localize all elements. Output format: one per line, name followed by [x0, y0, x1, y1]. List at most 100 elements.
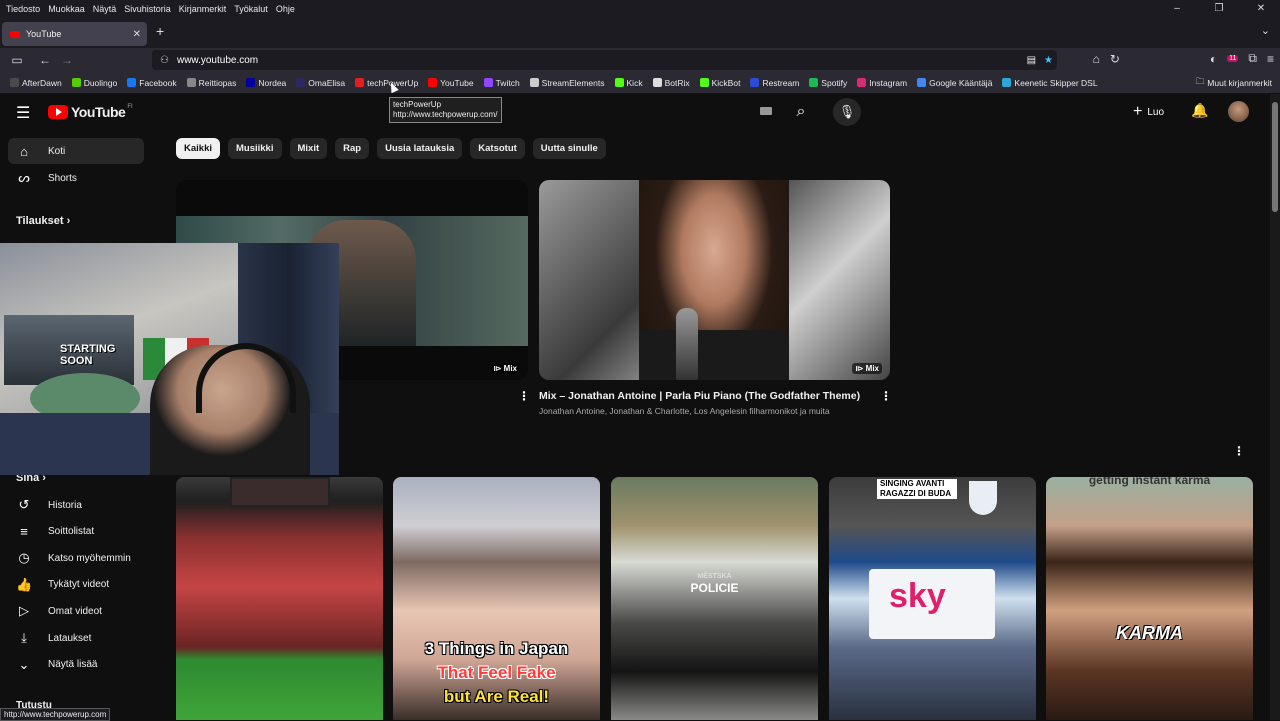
sidebar-item-home[interactable]: ⌂ Koti — [8, 138, 144, 164]
sidebar-item-liked[interactable]: 👍 Tykätyt videot — [8, 572, 144, 598]
logo-text: YouTube — [71, 104, 126, 120]
navigation-toolbar: ▭ ← → ⚇ www.youtube.com ▤ ★ ⌂ ↻ ◐ 11 ⧉ ≡ — [0, 48, 1280, 72]
short-4[interactable]: SINGING AVANTI RAGAZZI DI BUDA sky — [829, 477, 1036, 720]
menu-view[interactable]: Näytä — [93, 4, 117, 14]
bookmark-star-icon[interactable]: ★ — [1044, 55, 1053, 66]
menu-file[interactable]: Tiedosto — [6, 4, 40, 14]
more-actions-icon[interactable]: ⋮ — [880, 389, 892, 403]
menu-tools[interactable]: Työkalut — [234, 4, 268, 14]
close-window-icon[interactable]: ✕ — [1244, 0, 1278, 18]
sidebar-item-shorts[interactable]: ᔕ Shorts — [8, 165, 144, 191]
more-actions-icon[interactable]: ⋮ — [518, 389, 530, 403]
extension-badge[interactable]: 11 — [1227, 55, 1239, 62]
sidebar-item-downloads[interactable]: ⤓ Lataukset — [8, 625, 144, 651]
new-tab-icon[interactable]: + — [156, 23, 164, 39]
youtube-logo[interactable]: YouTube FI — [48, 104, 133, 120]
reload-icon[interactable]: ↻ — [1110, 52, 1120, 66]
short-5[interactable]: getting instant karma KARMA — [1046, 477, 1253, 720]
sky-logo-text: sky — [889, 577, 946, 615]
other-bookmarks[interactable]: 🗀 Muut kirjanmerkit — [1196, 76, 1272, 90]
page-scrollbar[interactable] — [1270, 94, 1280, 720]
avatar[interactable] — [1228, 101, 1249, 122]
restore-icon[interactable]: ❐ — [1202, 0, 1236, 18]
bookmark-item[interactable]: Spotify — [809, 78, 847, 88]
short-caption-line: but Are Real! — [443, 687, 550, 706]
bookmark-item[interactable]: techPowerUp — [355, 78, 418, 88]
menu-bookmarks[interactable]: Kirjanmerkit — [179, 4, 227, 14]
bookmark-item[interactable]: Keenetic Skipper DSL — [1002, 78, 1098, 88]
extension-icon[interactable]: ◐ — [1210, 52, 1217, 66]
chip-1[interactable]: Musiikki — [228, 138, 282, 159]
tab-youtube[interactable]: YouTube ✕ — [2, 22, 147, 46]
bookmark-item[interactable]: Facebook — [127, 78, 177, 88]
sidebar-item-your-videos[interactable]: ▷ Omat videot — [8, 598, 144, 624]
url-text[interactable]: www.youtube.com — [177, 55, 258, 66]
bookmark-item[interactable]: Google Kääntäjä — [917, 78, 992, 88]
subscriptions-heading[interactable]: Tilaukset › — [16, 215, 70, 227]
chip-2[interactable]: Mixit — [289, 138, 328, 159]
short-2[interactable]: 3 Things in Japan That Feel Fake but Are… — [393, 477, 600, 720]
bookmark-item[interactable]: OmaElisa — [296, 78, 345, 88]
voice-search-icon[interactable]: 🎙 — [833, 98, 861, 126]
chip-6[interactable]: Uutta sinulle — [532, 138, 606, 159]
menu-edit[interactable]: Muokkaa — [48, 4, 85, 14]
list-tabs-icon[interactable]: ⌄ — [1261, 24, 1270, 37]
notifications-bell-icon[interactable]: 🔔 — [1191, 102, 1208, 119]
mix-badge: ⧐ Mix — [852, 363, 882, 374]
bookmark-item[interactable]: Duolingo — [71, 78, 117, 88]
sidebar-item-label: Koti — [48, 145, 66, 157]
forward-icon[interactable]: → — [56, 53, 78, 67]
bookmark-item[interactable]: Twitch — [483, 78, 520, 88]
address-bar[interactable]: ⚇ www.youtube.com ▤ ★ — [152, 50, 1057, 70]
site-info-icon[interactable]: ⚇ — [160, 55, 169, 66]
bookmark-item[interactable]: Instagram — [857, 78, 907, 88]
close-tab-icon[interactable]: ✕ — [133, 29, 141, 40]
playlists-icon: ≡ — [20, 524, 28, 540]
menu-history[interactable]: Sivuhistoria — [124, 4, 171, 14]
sidebar-item-watch-later[interactable]: ◷ Katso myöhemmin — [8, 545, 144, 571]
sidebar-item-playlists[interactable]: ≡ Soittolistat — [8, 519, 144, 545]
tab-title: YouTube — [26, 29, 62, 39]
short-1[interactable] — [176, 477, 383, 720]
search-icon[interactable]: ⌕ — [786, 97, 816, 127]
bookmark-item[interactable]: KickBot — [699, 77, 741, 88]
sidebar-item-label: Näytä lisää — [48, 659, 98, 671]
chip-3[interactable]: Rap — [335, 138, 370, 159]
keyboard-icon[interactable] — [760, 107, 772, 115]
sidebar-item-chevron-down[interactable]: ⌄ Näytä lisää — [8, 652, 144, 678]
menu-help[interactable]: Ohje — [276, 4, 295, 14]
short-3[interactable]: MĚSTSKÁ POLICIE — [611, 477, 818, 720]
bookmark-label: KickBot — [711, 77, 741, 88]
shorts-more-icon[interactable]: ⋮ — [1233, 444, 1245, 458]
bookmark-item[interactable]: YouTube — [428, 78, 474, 88]
bookmark-item[interactable]: BotRix — [652, 78, 690, 88]
create-button[interactable]: + Luo — [1133, 103, 1164, 121]
bookmark-item[interactable]: Nordea — [246, 78, 286, 88]
video-title[interactable]: Mix – Jonathan Antoine | Parla Piu Piano… — [539, 390, 860, 402]
chip-4[interactable]: Uusia latauksia — [377, 138, 463, 159]
scrollbar-thumb[interactable] — [1272, 102, 1278, 212]
minimize-icon[interactable]: – — [1160, 0, 1194, 18]
bookmark-item[interactable]: AfterDawn — [10, 78, 62, 88]
chip-5[interactable]: Katsotut — [470, 138, 525, 159]
bookmark-item[interactable]: Kick — [614, 78, 643, 88]
bookmark-label: Nordea — [258, 77, 287, 88]
bookmark-item[interactable]: Restream — [750, 78, 799, 88]
sidebar-item-history[interactable]: ↺ Historia — [8, 492, 144, 518]
sidebar-toggle-icon[interactable]: ▭ — [6, 53, 28, 67]
bookmark-item[interactable]: Reittiopas — [186, 78, 236, 88]
search-input[interactable] — [500, 97, 782, 125]
chevron-down-icon: ⌄ — [18, 656, 30, 672]
video-thumbnail-2[interactable]: ⧐ Mix — [539, 180, 890, 380]
home-icon[interactable]: ⌂ — [1093, 52, 1100, 66]
sidebar-item-label: Katso myöhemmin — [48, 552, 131, 564]
extensions-puzzle-icon[interactable]: ⧉ — [1248, 51, 1257, 66]
reader-view-icon[interactable]: ▤ — [1027, 55, 1036, 66]
status-bar-url: http://www.techpowerup.com — [0, 708, 111, 721]
video-channel[interactable]: Jonathan Antoine, Jonathan & Charlotte, … — [539, 406, 830, 416]
back-icon[interactable]: ← — [34, 53, 56, 67]
app-menu-icon[interactable]: ≡ — [1267, 52, 1274, 66]
chip-0[interactable]: Kaikki — [176, 138, 220, 159]
guide-menu-icon[interactable]: ☰ — [16, 103, 30, 123]
bookmark-item[interactable]: StreamElements — [529, 78, 605, 88]
